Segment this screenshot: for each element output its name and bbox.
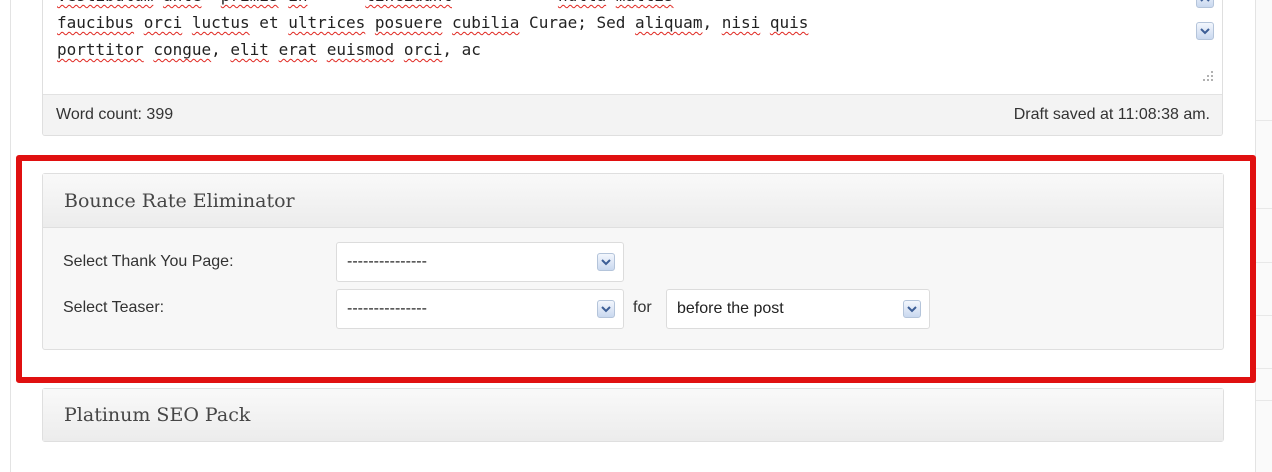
editor-text-segment: , xyxy=(211,40,231,59)
misspelled-word: orci xyxy=(143,13,183,32)
teaser-select[interactable]: --------------- xyxy=(336,289,624,329)
platinum-seo-pack-box: Platinum SEO Pack xyxy=(42,388,1224,442)
editor-text-segment: Curae; Sed xyxy=(519,13,636,32)
misspelled-word: faucibus xyxy=(57,13,135,32)
editor-text-segment xyxy=(134,13,144,32)
teaser-dropdown-button[interactable] xyxy=(597,300,615,318)
teaser-position-value: before the post xyxy=(677,300,784,317)
editor-text-segment xyxy=(182,13,192,32)
misspelled-word: porttitor xyxy=(57,40,144,59)
draft-saved-status: Draft saved at 11:08:38 am. xyxy=(1013,106,1210,123)
misspelled-word: euismod xyxy=(326,40,395,59)
editor-line-partial: vestibulum ante primis in tincidunt null… xyxy=(57,0,1177,9)
editor-text-segment: et xyxy=(249,13,289,32)
editor-text-segment xyxy=(365,13,375,32)
editor-text-segment xyxy=(442,13,452,32)
teaser-value: --------------- xyxy=(347,300,427,317)
editor-line-2: porttitor congue, elit erat euismod orci… xyxy=(57,36,1177,63)
teaser-position-dropdown-button[interactable] xyxy=(903,300,921,318)
chevron-down-icon xyxy=(601,306,611,313)
chevron-up-icon xyxy=(1200,0,1210,2)
chevron-down-icon xyxy=(601,259,611,266)
editor-status-bar: Word count: 399 Draft saved at 11:08:38 … xyxy=(43,94,1222,135)
page-left-rule xyxy=(10,0,11,472)
misspelled-word: quis xyxy=(769,13,809,32)
misspelled-word: ultrices xyxy=(288,13,366,32)
bounce-rate-eliminator-title[interactable]: Bounce Rate Eliminator xyxy=(43,174,1223,228)
editor-text-segment xyxy=(394,40,404,59)
chevron-down-icon xyxy=(1200,28,1210,35)
editor-text-segment xyxy=(317,40,327,59)
editor-text-segment xyxy=(760,13,770,32)
resize-grip-icon[interactable] xyxy=(1202,70,1214,82)
misspelled-word: luctus xyxy=(191,13,250,32)
teaser-label: Select Teaser: xyxy=(63,299,165,316)
editor-text-segment: , ac xyxy=(442,40,481,59)
misspelled-word: erat xyxy=(278,40,318,59)
right-sidebar-edge xyxy=(1255,0,1272,472)
platinum-seo-pack-title[interactable]: Platinum SEO Pack xyxy=(43,389,1223,441)
misspelled-word: cubilia xyxy=(451,13,520,32)
thank-you-page-label: Select Thank You Page: xyxy=(63,253,234,270)
misspelled-word: aliquam xyxy=(635,13,703,32)
thank-you-page-value: --------------- xyxy=(347,253,427,270)
misspelled-word: orci xyxy=(403,40,443,59)
teaser-position-select[interactable]: before the post xyxy=(666,289,930,329)
misspelled-word: elit xyxy=(230,40,269,59)
for-label: for xyxy=(633,299,652,316)
scroll-up-button[interactable] xyxy=(1196,0,1214,8)
editor-line-1: faucibus orci luctus et ultrices posuere… xyxy=(57,9,1177,36)
editor-text-segment: , xyxy=(702,13,722,32)
post-editor: vestibulum ante primis in tincidunt null… xyxy=(42,0,1223,136)
chevron-down-icon xyxy=(907,306,917,313)
editor-text-segment xyxy=(144,40,154,59)
thank-you-page-select[interactable]: --------------- xyxy=(336,242,624,282)
editor-text-segment xyxy=(269,40,279,59)
misspelled-word: congue xyxy=(153,40,212,59)
scroll-down-button[interactable] xyxy=(1196,22,1214,40)
misspelled-word: posuere xyxy=(374,13,443,32)
word-count: Word count: 399 xyxy=(56,106,174,123)
editor-content[interactable]: vestibulum ante primis in tincidunt null… xyxy=(57,0,1177,94)
bounce-rate-eliminator-box: Bounce Rate Eliminator Select Thank You … xyxy=(42,173,1224,350)
thank-you-page-dropdown-button[interactable] xyxy=(597,253,615,271)
misspelled-word: nisi xyxy=(721,13,761,32)
